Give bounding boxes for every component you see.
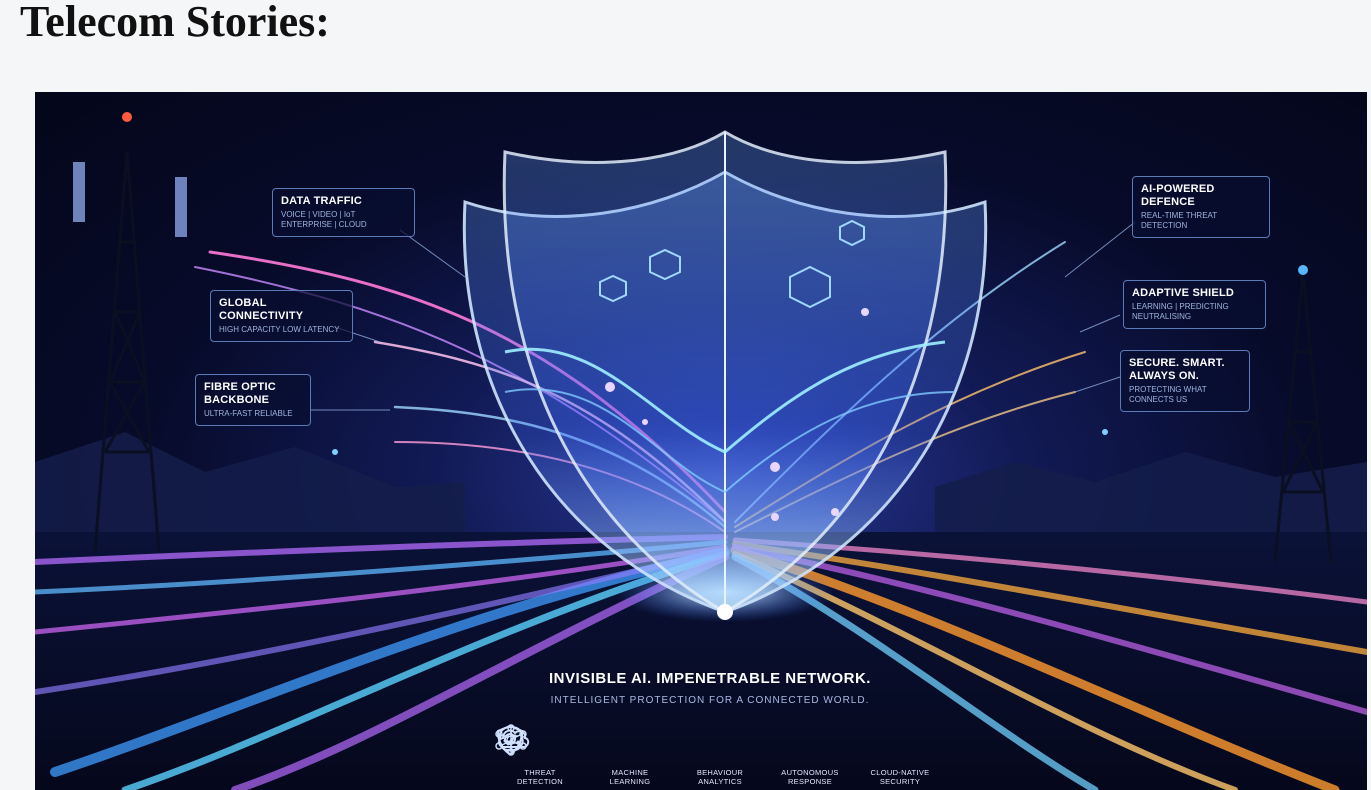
hero-image: DATA TRAFFIC VOICE | VIDEO | IoT ENTERPR…: [35, 92, 1367, 790]
feature-cloud-native-security: CLOUD-NATIVE SECURITY: [498, 724, 945, 790]
callout-secure-smart: SECURE. SMART. ALWAYS ON. PROTECTING WHA…: [1120, 350, 1250, 412]
callout-data-traffic-sub: VOICE | VIDEO | IoT ENTERPRISE | CLOUD: [281, 210, 367, 229]
hero-tagline: INVISIBLE AI. IMPENETRABLE NETWORK. INTE…: [540, 670, 880, 706]
callout-ai-defence: AI-POWERED DEFENCE REAL-TIME THREAT DETE…: [1132, 176, 1270, 238]
callout-data-traffic: DATA TRAFFIC VOICE | VIDEO | IoT ENTERPR…: [272, 188, 415, 237]
callout-adaptive-shield: ADAPTIVE SHIELD LEARNING | PREDICTING NE…: [1123, 280, 1266, 329]
feature-label: BEHAVIOUR ANALYTICS: [696, 768, 744, 786]
callout-fibre-optic: FIBRE OPTIC BACKBONE ULTRA-FAST RELIABLE: [195, 374, 311, 426]
feature-autonomous-response: AUTONOMOUS RESPONSE: [496, 724, 855, 790]
callout-global-connectivity: GLOBAL CONNECTIVITY HIGH CAPACITY LOW LA…: [210, 290, 353, 342]
callout-global-connectivity-heading: GLOBAL CONNECTIVITY: [219, 297, 304, 322]
feature-label: CLOUD-NATIVE SECURITY: [870, 768, 930, 786]
callout-fibre-optic-sub: ULTRA-FAST RELIABLE: [204, 409, 293, 418]
tagline-sub: INTELLIGENT PROTECTION FOR A CONNECTED W…: [550, 695, 870, 706]
callout-data-traffic-heading: DATA TRAFFIC: [281, 195, 363, 207]
callout-fibre-optic-heading: FIBRE OPTIC BACKBONE: [204, 381, 276, 406]
shield-check-icon: [496, 724, 827, 758]
feature-label: AUTONOMOUS RESPONSE: [781, 768, 839, 786]
feature-row: THREAT DETECTION MACHINE LEARNING BEHAVI…: [495, 724, 945, 790]
feature-label: MACHINE LEARNING: [609, 768, 651, 786]
tagline-main: INVISIBLE AI. IMPENETRABLE NETWORK.: [549, 670, 871, 687]
callout-ai-defence-sub: REAL-TIME THREAT DETECTION: [1141, 211, 1218, 230]
callout-secure-smart-sub: PROTECTING WHAT CONNECTS US: [1129, 385, 1207, 404]
callout-secure-smart-heading: SECURE. SMART. ALWAYS ON.: [1129, 357, 1225, 382]
page-title: Telecom Stories:: [20, 0, 330, 46]
callout-global-connectivity-sub: HIGH CAPACITY LOW LATENCY: [219, 325, 340, 334]
callout-ai-defence-heading: AI-POWERED DEFENCE: [1141, 183, 1215, 208]
cloud-icon: [498, 724, 917, 758]
brain-icon: [498, 724, 647, 758]
feature-behaviour-analytics: BEHAVIOUR ANALYTICS: [495, 724, 765, 790]
callout-adaptive-shield-sub: LEARNING | PREDICTING NEUTRALISING: [1132, 302, 1229, 321]
network-nodes-icon: [495, 724, 737, 758]
feature-label: THREAT DETECTION: [516, 768, 564, 786]
callout-adaptive-shield-heading: ADAPTIVE SHIELD: [1132, 287, 1235, 299]
feature-machine-learning: MACHINE LEARNING: [498, 724, 675, 790]
